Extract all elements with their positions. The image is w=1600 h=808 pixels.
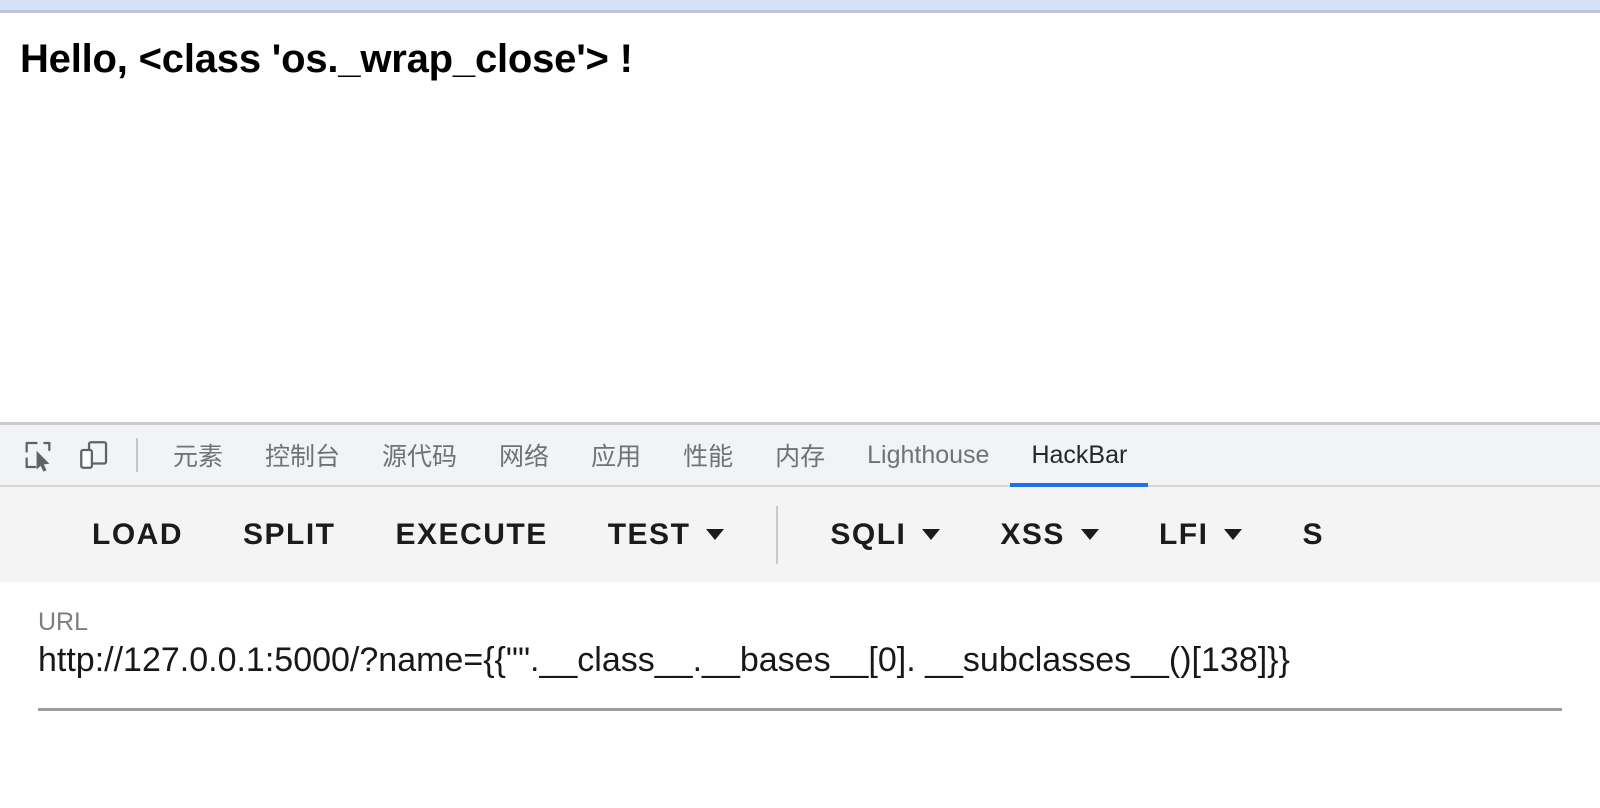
page-title: Hello, <class 'os._wrap_close'> ! <box>20 37 633 81</box>
split-button[interactable]: SPLIT <box>213 518 366 552</box>
tab-performance[interactable]: 性能 <box>662 425 754 485</box>
test-button[interactable]: TEST <box>578 518 755 552</box>
tab-label: 源代码 <box>382 443 458 471</box>
button-label: LOAD <box>92 517 183 551</box>
chevron-down-icon <box>706 529 725 540</box>
tab-memory[interactable]: 内存 <box>754 425 846 485</box>
chevron-down-icon <box>1080 529 1099 540</box>
devtools-tool-icons <box>0 435 114 475</box>
tab-label: HackBar <box>1031 440 1128 469</box>
tab-hackbar[interactable]: HackBar <box>1010 425 1149 487</box>
button-label: SQLI <box>830 517 907 551</box>
button-label: XSS <box>1000 517 1065 551</box>
tab-network[interactable]: 网络 <box>478 425 570 485</box>
tab-sources[interactable]: 源代码 <box>361 425 478 485</box>
url-field-label: URL <box>38 608 89 636</box>
execute-button[interactable]: EXECUTE <box>366 518 578 552</box>
tab-label: Lighthouse <box>867 440 990 469</box>
tab-elements[interactable]: 元素 <box>152 425 244 485</box>
hackbar-toolbar-divider <box>776 505 779 564</box>
button-label: TEST <box>607 517 691 551</box>
button-label: LFI <box>1158 517 1209 551</box>
inspect-element-icon[interactable] <box>18 435 58 475</box>
tab-label: 网络 <box>499 443 550 471</box>
lfi-button[interactable]: LFI <box>1129 518 1273 552</box>
chevron-down-icon <box>922 529 941 540</box>
hackbar-toolbar: LOAD SPLIT EXECUTE TEST SQLI XSS LFI S <box>0 487 1600 582</box>
toolbar-divider <box>136 438 138 472</box>
tab-console[interactable]: 控制台 <box>244 425 361 485</box>
url-input-underline <box>38 708 1562 711</box>
tab-label: 元素 <box>173 443 224 471</box>
button-label: EXECUTE <box>395 517 548 551</box>
xss-button[interactable]: XSS <box>970 518 1129 552</box>
tab-label: 性能 <box>683 443 734 471</box>
tab-label: 控制台 <box>265 443 341 471</box>
ssrf-button-truncated[interactable]: S <box>1272 518 1354 552</box>
url-input[interactable]: http://127.0.0.1:5000/?name={{"".__class… <box>38 641 1562 694</box>
devtools-tab-list: 元素 控制台 源代码 网络 应用 性能 内存 Lighthouse HackBa… <box>152 425 1149 487</box>
button-label: SPLIT <box>243 517 336 551</box>
url-panel: URL http://127.0.0.1:5000/?name={{"".__c… <box>0 582 1600 805</box>
page-content: Hello, <class 'os._wrap_close'> ! <box>0 13 1600 422</box>
browser-chrome-strip <box>0 0 1600 13</box>
button-label: S <box>1302 517 1324 551</box>
load-button[interactable]: LOAD <box>62 518 213 552</box>
sqli-button[interactable]: SQLI <box>800 518 970 552</box>
tab-application[interactable]: 应用 <box>570 425 662 485</box>
tab-label: 应用 <box>591 443 642 471</box>
devtools-panel: 元素 控制台 源代码 网络 应用 性能 内存 Lighthouse HackBa… <box>0 422 1600 805</box>
tab-lighthouse[interactable]: Lighthouse <box>846 425 1010 485</box>
tab-label: 内存 <box>775 443 826 471</box>
devtools-tabbar: 元素 控制台 源代码 网络 应用 性能 内存 Lighthouse HackBa… <box>0 425 1600 487</box>
device-toolbar-icon[interactable] <box>74 435 114 475</box>
chevron-down-icon <box>1224 529 1243 540</box>
